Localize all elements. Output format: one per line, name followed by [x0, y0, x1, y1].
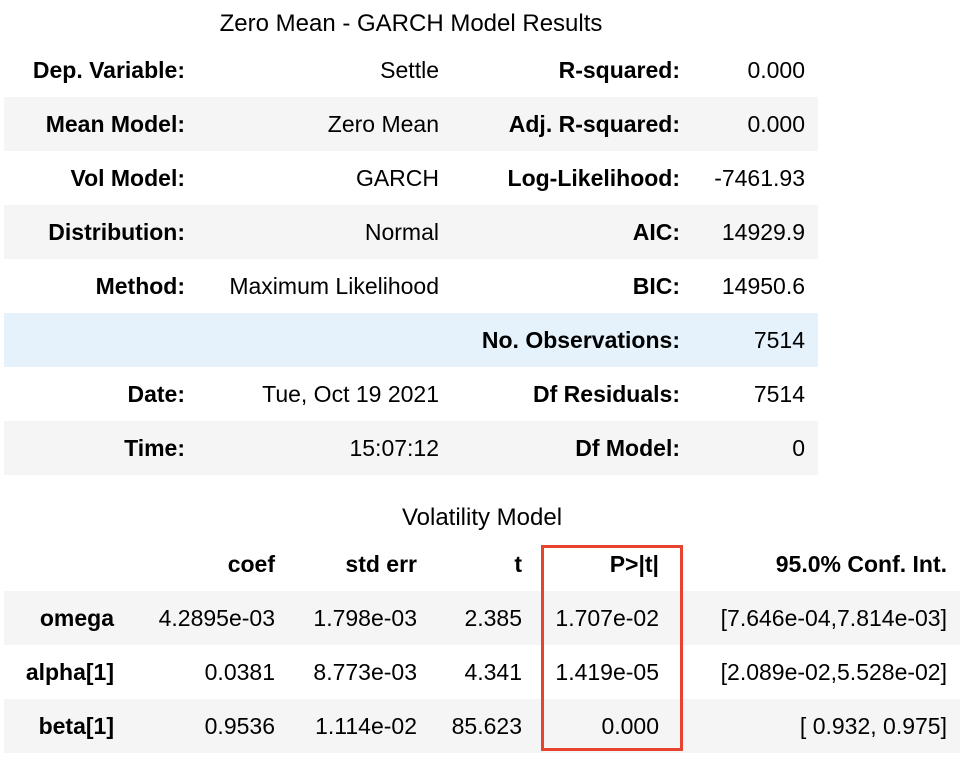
p-value: 0.000 — [601, 713, 659, 739]
t-value: 4.341 — [464, 659, 522, 685]
summary-label: Distribution: — [48, 219, 185, 245]
summary-label: Adj. R-squared: — [508, 111, 680, 137]
summary-row: Mean Model: Zero Mean Adj. R-squared: 0.… — [4, 97, 818, 151]
p-value: 1.707e-02 — [555, 605, 659, 631]
summary-value: Maximum Likelihood — [229, 273, 439, 299]
summary-label: Method: — [95, 273, 185, 299]
summary-value: 7514 — [753, 381, 805, 407]
summary-label: Vol Model: — [70, 165, 185, 191]
summary-label: Date: — [127, 381, 185, 407]
p-value: 1.419e-05 — [555, 659, 659, 685]
summary-value: 14929.9 — [721, 219, 805, 245]
summary-label: R-squared: — [558, 57, 680, 83]
t-value: 2.385 — [464, 605, 522, 631]
coef-value: 4.2895e-03 — [158, 605, 275, 631]
conf-int-value: [2.089e-02,5.528e-02] — [720, 659, 947, 685]
summary-value: Settle — [380, 57, 439, 83]
coef-value: 0.9536 — [204, 713, 275, 739]
summary-value: 0.000 — [747, 111, 805, 137]
summary-label: Df Residuals: — [533, 381, 680, 407]
summary-value: 15:07:12 — [349, 435, 439, 461]
summary-value: Zero Mean — [327, 111, 439, 137]
summary-row: Method: Maximum Likelihood BIC: 14950.6 — [4, 259, 818, 313]
summary-value: GARCH — [355, 165, 439, 191]
summary-label: Dep. Variable: — [32, 57, 185, 83]
summary-value: 0 — [792, 435, 805, 461]
summary-row: Time: 15:07:12 Df Model: 0 — [4, 421, 818, 475]
param-name: omega — [39, 605, 114, 631]
summary-value: 7514 — [753, 327, 805, 353]
summary-label: Log-Likelihood: — [507, 165, 680, 191]
std-err-value: 8.773e-03 — [313, 659, 417, 685]
summary-row: Distribution: Normal AIC: 14929.9 — [4, 205, 818, 259]
table-row: alpha[1] 0.0381 8.773e-03 4.341 1.419e-0… — [4, 645, 960, 699]
conf-int-value: [7.646e-04,7.814e-03] — [720, 605, 947, 631]
summary-label — [4, 313, 185, 367]
conf-int-value: [ 0.932, 0.975] — [799, 713, 947, 739]
summary-value — [185, 313, 439, 367]
table-row: omega 4.2895e-03 1.798e-03 2.385 1.707e-… — [4, 591, 960, 645]
summary-row: Dep. Variable: Settle R-squared: 0.000 — [4, 43, 818, 97]
table-row: beta[1] 0.9536 1.114e-02 85.623 0.000 [ … — [4, 699, 960, 753]
column-header-std-err: std err — [345, 551, 417, 577]
volatility-table-caption: Volatility Model — [401, 504, 563, 531]
summary-label: BIC: — [632, 273, 680, 299]
summary-label: Df Model: — [575, 435, 680, 461]
summary-row: Vol Model: GARCH Log-Likelihood: -7461.9… — [4, 151, 818, 205]
column-header-conf-int: 95.0% Conf. Int. — [775, 551, 947, 577]
std-err-value: 1.114e-02 — [315, 713, 417, 739]
summary-row-highlighted[interactable]: No. Observations: 7514 — [4, 313, 818, 367]
param-name: alpha[1] — [25, 659, 114, 685]
summary-label: No. Observations: — [481, 327, 680, 353]
summary-value: Tue, Oct 19 2021 — [262, 381, 439, 407]
summary-table-caption: Zero Mean - GARCH Model Results — [219, 10, 603, 37]
summary-label: Mean Model: — [45, 111, 185, 137]
summary-label: AIC: — [632, 219, 680, 245]
summary-value: -7461.93 — [714, 165, 805, 191]
summary-label: Time: — [124, 435, 185, 461]
coef-value: 0.0381 — [204, 659, 275, 685]
summary-value: 0.000 — [747, 57, 805, 83]
column-header-coef: coef — [227, 551, 275, 577]
column-header-t: t — [514, 551, 522, 577]
summary-row: Date: Tue, Oct 19 2021 Df Residuals: 751… — [4, 367, 818, 421]
column-header — [4, 537, 114, 591]
summary-value: 14950.6 — [721, 273, 805, 299]
t-value: 85.623 — [451, 713, 522, 739]
param-name: beta[1] — [38, 713, 114, 739]
summary-value: Normal — [364, 219, 439, 245]
column-header-p-value: P>|t| — [609, 551, 659, 577]
volatility-header-row: coef std err t P>|t| 95.0% Conf. Int. — [4, 537, 960, 591]
std-err-value: 1.798e-03 — [313, 605, 417, 631]
